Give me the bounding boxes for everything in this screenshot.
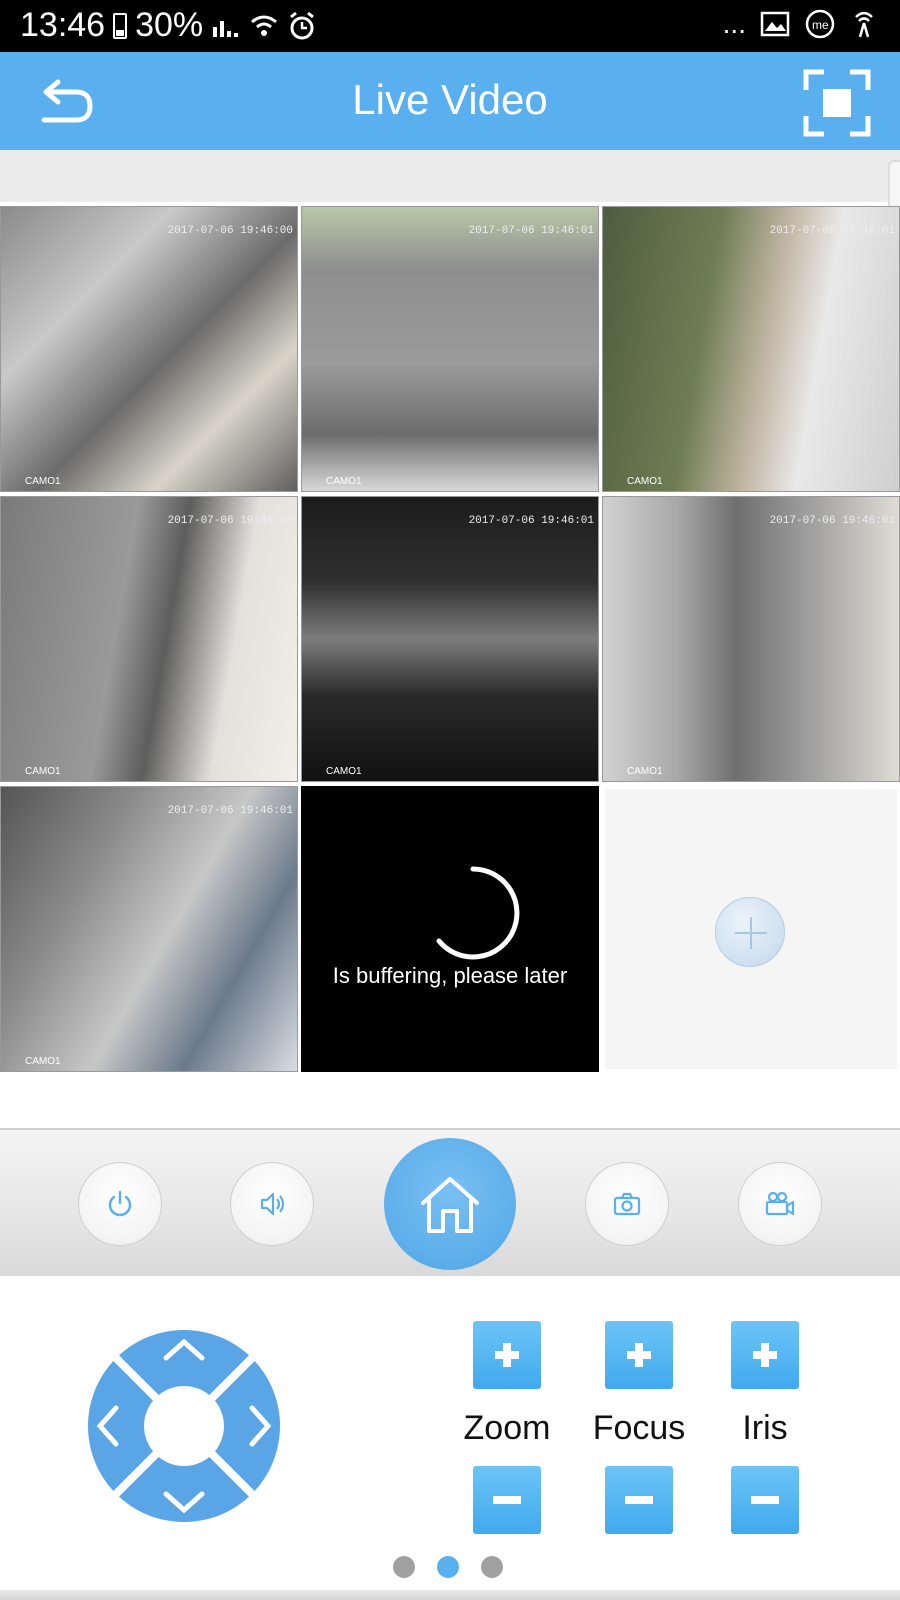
video-tile-4[interactable]: 2017-07-06 19:46:00 CAMO1 (0, 496, 298, 782)
loading-spinner-icon (436, 866, 520, 960)
video-tile-3[interactable]: 2017-07-06 19:46:01 CAMO1 (602, 206, 900, 492)
zoom-in-button[interactable] (473, 1321, 541, 1389)
tile-camera-label: CAMO1 (627, 766, 663, 777)
signal-icon (213, 20, 239, 37)
record-button[interactable] (738, 1162, 822, 1246)
status-overflow: ... (722, 8, 746, 39)
power-button[interactable] (78, 1162, 162, 1246)
focus-label: Focus (592, 1409, 686, 1447)
page-indicator (393, 1556, 503, 1578)
app-icon: me (805, 9, 835, 39)
focus-minus-button[interactable] (605, 1466, 673, 1534)
tile-camera-label: CAMO1 (25, 476, 61, 487)
bottom-edge (0, 1590, 900, 1600)
page-dot[interactable] (393, 1556, 415, 1578)
svg-text:me: me (812, 18, 829, 32)
wifi-icon (251, 15, 278, 36)
tile-timestamp: 2017-07-06 19:46:01 (769, 225, 895, 237)
iris-plus-button[interactable] (731, 1321, 799, 1389)
tile-camera-label: CAMO1 (326, 766, 362, 777)
direction-pad-icon[interactable] (86, 1328, 282, 1524)
tile-camera-label: CAMO1 (25, 766, 61, 777)
video-tile-5[interactable]: 2017-07-06 19:46:01 CAMO1 (301, 496, 599, 782)
power-icon (108, 1190, 132, 1217)
home-button[interactable] (384, 1138, 516, 1270)
alarm-icon (290, 11, 315, 39)
focus-plus-button[interactable] (605, 1321, 673, 1389)
hotspot-icon (855, 11, 873, 38)
camera-icon (613, 1192, 641, 1216)
video-grid: 2017-07-06 19:46:00 CAMO1 2017-07-06 19:… (0, 206, 900, 1074)
tile-timestamp: 2017-07-06 19:46:00 (167, 225, 293, 237)
toolbar-spacer (0, 150, 900, 202)
tile-timestamp: 2017-07-06 19:46:01 (167, 805, 293, 817)
video-tile-2[interactable]: 2017-07-06 19:46:01 CAMO1 (301, 206, 599, 492)
tile-timestamp: 2017-07-06 19:46:01 (468, 515, 594, 527)
home-icon (421, 1177, 479, 1233)
status-bar: 13:46 30% ... me (0, 0, 900, 52)
battery-percent: 30% (135, 6, 204, 44)
fullscreen-icon[interactable] (802, 68, 872, 138)
battery-icon (113, 12, 128, 39)
video-tile-1[interactable]: 2017-07-06 19:46:00 CAMO1 (0, 206, 298, 492)
gallery-icon (760, 11, 790, 37)
iris-minus-button[interactable] (731, 1466, 799, 1534)
control-toolbar (0, 1128, 900, 1276)
side-drawer-handle[interactable] (888, 160, 900, 210)
zoom-out-button[interactable] (473, 1466, 541, 1534)
video-record-icon (765, 1191, 795, 1216)
status-time: 13:46 (20, 6, 106, 44)
zoom-label: Zoom (463, 1409, 551, 1447)
page-title: Live Video (352, 76, 548, 123)
tile-timestamp: 2017-07-06 19:46:01 (769, 515, 895, 527)
speaker-icon (260, 1192, 285, 1216)
page-dot-active[interactable] (437, 1556, 459, 1578)
tile-camera-label: CAMO1 (25, 1056, 61, 1067)
header-bar: Live Video (0, 52, 900, 150)
buffering-message: Is buffering, please later (332, 963, 568, 988)
plus-icon[interactable] (715, 897, 785, 967)
iris-label: Iris (742, 1409, 788, 1447)
tile-camera-label: CAMO1 (326, 476, 362, 487)
audio-button[interactable] (230, 1162, 314, 1246)
video-tile-7[interactable]: 2017-07-06 19:46:01 CAMO1 (0, 786, 298, 1072)
tile-timestamp: 2017-07-06 19:46:01 (468, 225, 594, 237)
tile-timestamp: 2017-07-06 19:46:00 (167, 515, 293, 527)
snapshot-button[interactable] (585, 1162, 669, 1246)
page-dot[interactable] (481, 1556, 503, 1578)
video-tile-empty[interactable] (605, 789, 897, 1069)
video-tile-6[interactable]: 2017-07-06 19:46:01 CAMO1 (602, 496, 900, 782)
tile-camera-label: CAMO1 (627, 476, 663, 487)
video-tile-buffering[interactable]: Is buffering, please later (301, 786, 599, 1072)
